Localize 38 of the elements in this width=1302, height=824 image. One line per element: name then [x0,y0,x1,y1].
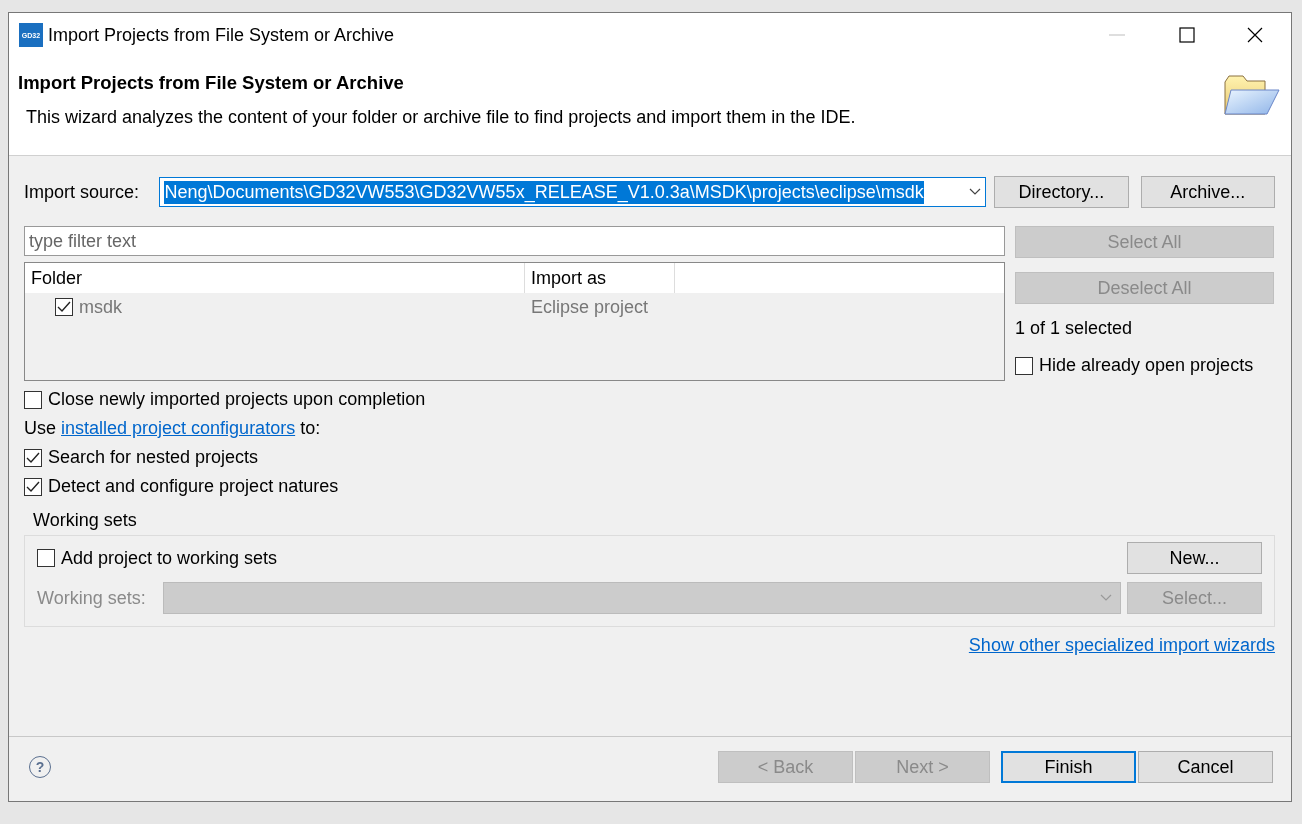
column-header[interactable]: Import as [525,263,675,293]
checkbox[interactable] [24,390,42,409]
maximize-icon[interactable] [1179,27,1195,43]
close-icon[interactable] [1247,27,1263,43]
window-title: Import Projects from File System or Archive [48,24,395,46]
folder-icon [1223,74,1281,116]
table-cell: msdk [79,296,122,318]
import-source-value: Neng\Documents\GD32VW553\GD32VW55x_RELEASE_V1.0.3a\MSDK\projects\eclipse\msdk [164,180,924,204]
selection-count: 1 of 1 selected [1015,318,1134,339]
checkbox-label: Add project to working sets [61,547,278,569]
checkbox[interactable] [37,549,55,567]
caret-icon[interactable] [969,188,982,196]
page-description: This wizard analyzes the content of your folder or archive file to find projects and import them in the IDE. [26,107,857,128]
import-source-combo[interactable]: Neng\Documents\GD32VW553\GD32VW55x_RELEASE_V1.0.3a\MSDK\projects\eclipse\msdk [159,177,987,207]
filter-field[interactable]: type filter text [24,226,1005,256]
new-button[interactable]: New... [1127,542,1262,574]
configurators-text: Use [24,418,56,439]
checkbox[interactable] [55,298,73,316]
checkbox[interactable] [1015,356,1033,375]
source-button[interactable]: Directory... [994,176,1129,208]
table-cell-text: Eclipse project [530,296,650,318]
wizard-button[interactable]: Cancel [1138,751,1273,783]
wizard-button[interactable]: Finish [1001,751,1136,783]
configurators-text: to: [300,418,321,439]
checkbox[interactable] [24,448,42,467]
source-button[interactable]: Archive... [1140,176,1275,208]
checkbox-label: Search for nested projects [48,447,259,468]
checkbox-label: Close newly imported projects upon completion [48,389,426,410]
working-sets-label: Working sets: [37,587,147,609]
other-wizards-link[interactable]: Show other specialized import wizards [968,635,1275,656]
import-source-label: Import source: [24,181,141,203]
configurators-link[interactable]: installed project configurators [61,418,296,439]
checkbox-label: Detect and configure project natures [48,476,339,497]
page-title: Import Projects from File System or Archive [18,72,405,94]
group-title: Working sets [33,510,138,531]
column-header[interactable]: Folder [25,263,525,293]
checkbox-label: Hide already open projects [1039,355,1254,376]
checkbox[interactable] [24,477,42,496]
